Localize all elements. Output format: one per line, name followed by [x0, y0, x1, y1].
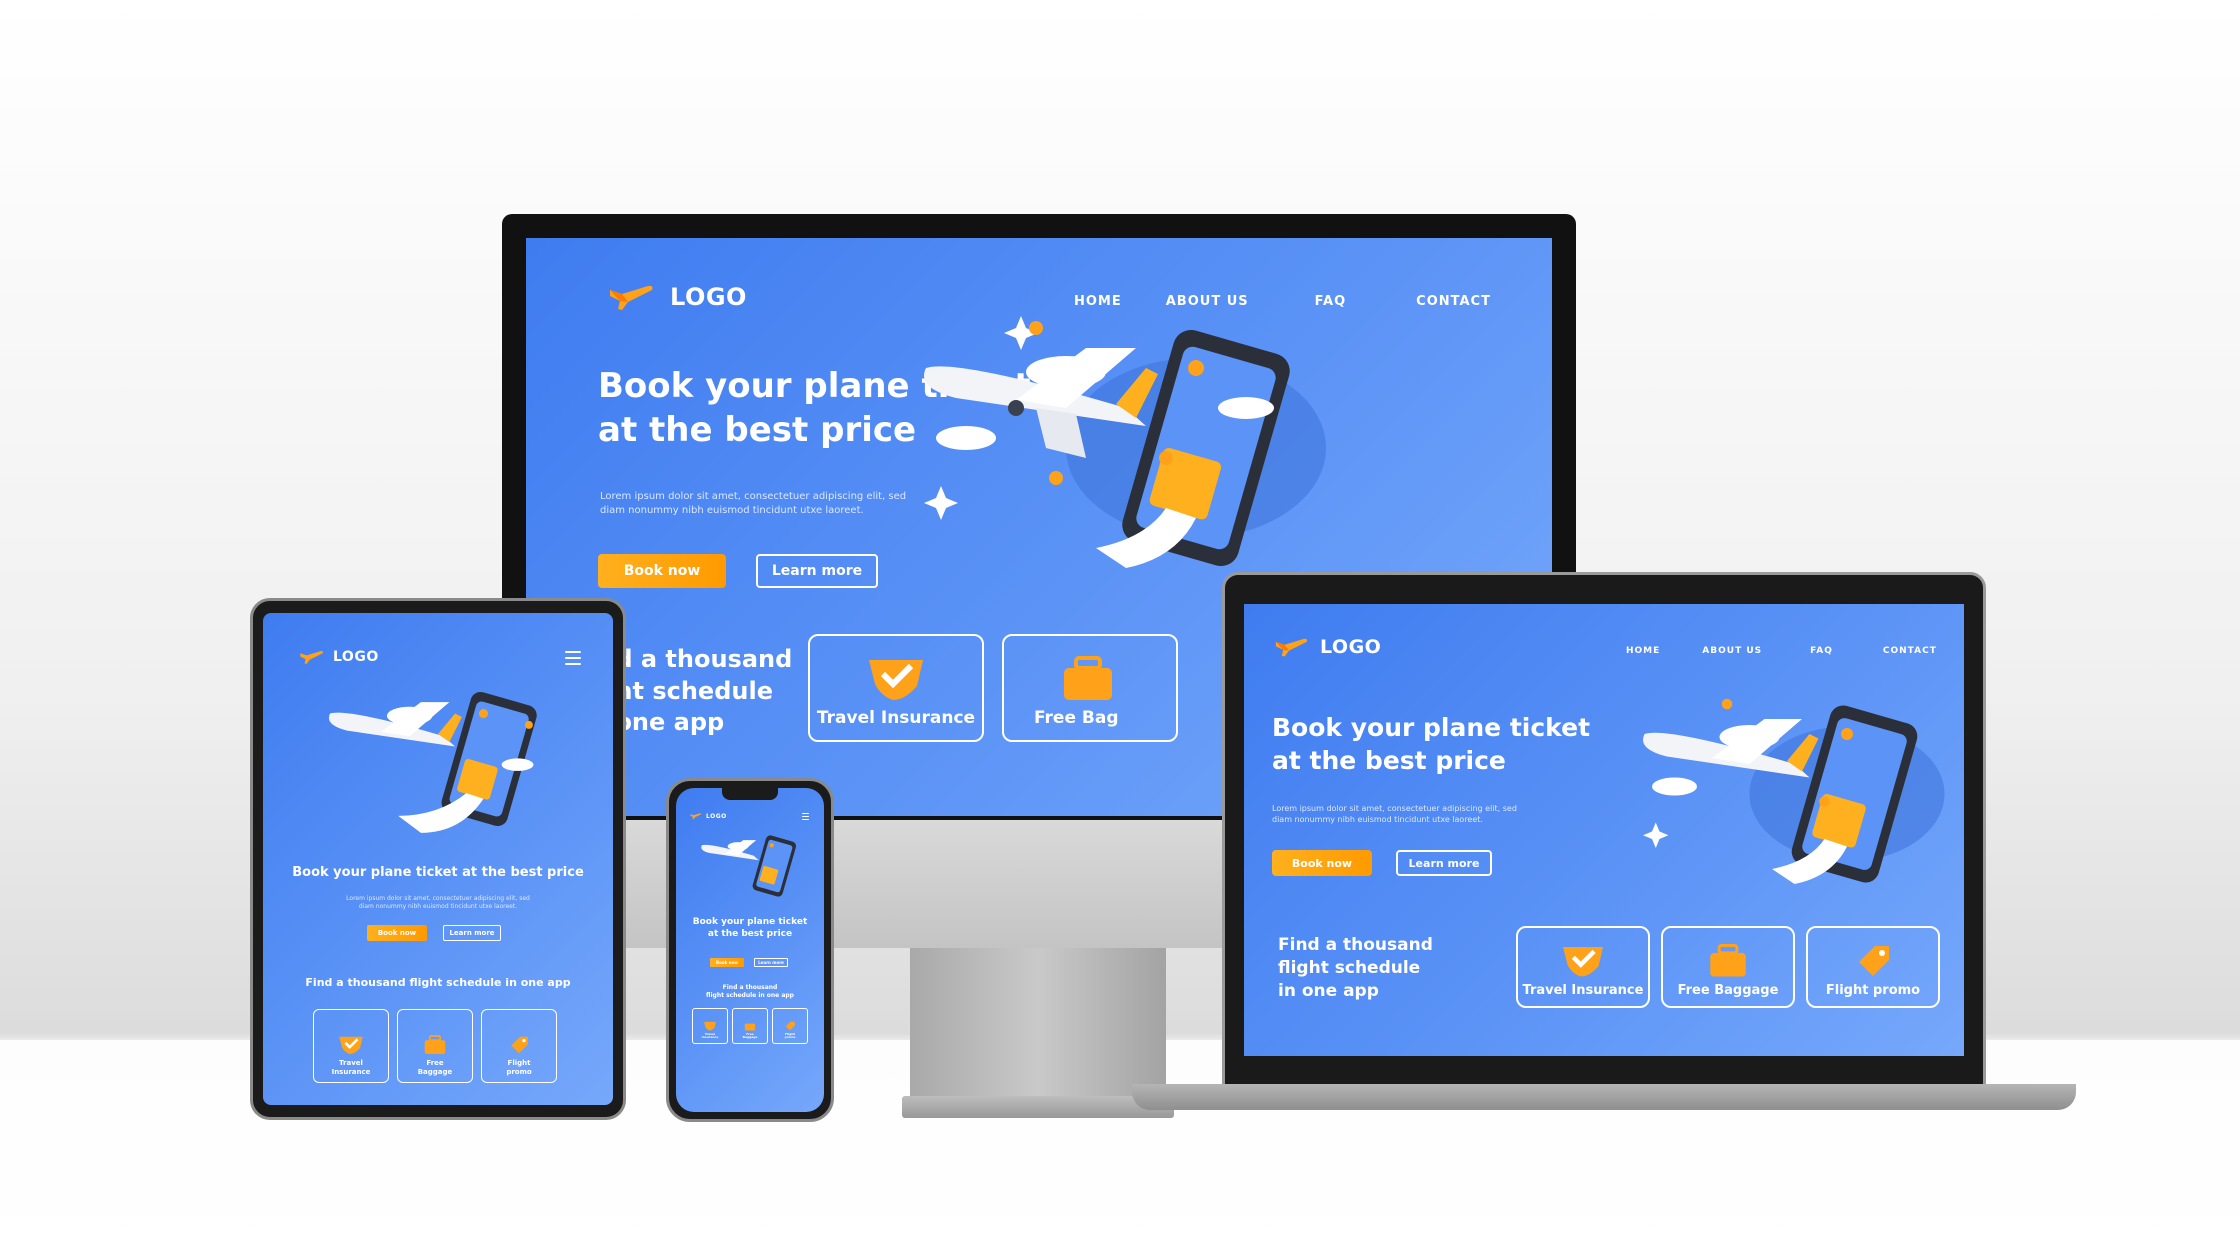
tablet-lorem: Lorem ipsum dolor sit amet, consectetuer…	[346, 895, 530, 911]
airplane-illustration	[924, 316, 1326, 568]
phone-notch	[722, 788, 778, 800]
airplane-illustration	[701, 835, 797, 897]
shield-check-icon	[339, 1036, 363, 1055]
tag-icon	[1859, 946, 1889, 976]
airplane-illustration	[1643, 698, 1945, 884]
tag-icon	[511, 1036, 528, 1054]
tablet-find-text: Find a thousand flight schedule in one a…	[305, 976, 571, 989]
logo-text: LOGO	[1320, 636, 1382, 658]
shield-check-icon	[869, 660, 923, 700]
laptop-headline: Book your plane ticket at the best price	[1272, 713, 1591, 775]
feature-card-free-baggage[interactable]: Free Baggage	[397, 1009, 473, 1083]
phone-headline: Book your plane ticket at the best price	[692, 917, 808, 940]
monitor-lorem: Lorem ipsum dolor sit amet, consectetuer…	[600, 491, 907, 516]
monitor-nav: HOME ABOUT US FAQ CONTACT	[1074, 294, 1491, 309]
phone-find-text: Find a thousand flight schedule in one a…	[706, 984, 794, 1000]
laptop-keyboard-base	[1132, 1084, 2076, 1110]
monitor-stand	[910, 948, 1166, 1100]
feature-card-travel-insurance[interactable]: Travel Insurance	[808, 634, 984, 742]
nav-faq[interactable]: FAQ	[1315, 294, 1347, 309]
phone-logo[interactable]: LOGO	[690, 812, 727, 820]
laptop-screen: LOGO HOME ABOUT US FAQ CONTACT Book your…	[1244, 604, 1964, 1056]
smartphone: LOGO Book your plane ticket at the best …	[666, 778, 834, 1122]
nav-contact[interactable]: CONTACT	[1883, 646, 1937, 656]
feature-card-travel-insurance[interactable]: Travel Insurance	[1516, 926, 1650, 1008]
nav-about-us[interactable]: ABOUT US	[1702, 646, 1762, 656]
feature-card-free-baggage-cut[interactable]: Free Bag	[1002, 634, 1178, 742]
nav-about-us[interactable]: ABOUT US	[1166, 294, 1249, 309]
book-now-button[interactable]: Book now	[367, 925, 427, 941]
feature-card-flight-promo[interactable]: Flight promo	[1806, 926, 1940, 1008]
plane-logo-icon	[1275, 638, 1308, 657]
suitcase-icon	[424, 1035, 446, 1055]
airplane-illustration	[328, 691, 537, 833]
book-now-button[interactable]: Book now	[710, 958, 744, 967]
feature-card-flight-promo[interactable]: Flight promo	[481, 1009, 557, 1083]
tablet-logo[interactable]: LOGO	[299, 649, 379, 665]
logo-text: LOGO	[670, 283, 747, 311]
logo-text: LOGO	[333, 649, 379, 665]
laptop-lorem: Lorem ipsum dolor sit amet, consectetuer…	[1272, 804, 1517, 824]
learn-more-button[interactable]: Learn more	[754, 958, 788, 967]
plane-logo-icon	[300, 651, 323, 664]
laptop-nav: HOME ABOUT US FAQ CONTACT	[1626, 646, 1937, 656]
plane-logo-icon	[690, 813, 702, 820]
tag-icon	[785, 1021, 795, 1031]
nav-faq[interactable]: FAQ	[1810, 646, 1833, 656]
laptop-find-text: Find a thousand flight schedule in one a…	[1278, 935, 1433, 1001]
feature-card-travel-insurance[interactable]: Travel Insurance	[692, 1008, 728, 1044]
learn-more-button[interactable]: Learn more	[1396, 850, 1492, 876]
laptop-logo[interactable]: LOGO	[1274, 636, 1381, 658]
suitcase-icon	[744, 1023, 756, 1031]
laptop: LOGO HOME ABOUT US FAQ CONTACT Book your…	[1222, 572, 1986, 1088]
phone-screen: LOGO Book your plane ticket at the best …	[676, 788, 824, 1112]
plane-logo-icon	[610, 285, 653, 310]
book-now-button[interactable]: Book now	[1272, 850, 1372, 876]
suitcase-icon	[1710, 944, 1746, 977]
shield-check-icon	[1563, 946, 1603, 977]
nav-contact[interactable]: CONTACT	[1416, 294, 1491, 309]
tablet-headline: Book your plane ticket at the best price	[292, 865, 584, 880]
monitor-logo[interactable]: LOGO	[608, 282, 747, 312]
tablet-screen: LOGO Book your plane ticket at the best …	[263, 613, 613, 1105]
feature-card-free-baggage[interactable]: Free Baggage	[1661, 926, 1795, 1008]
tablet: LOGO Book your plane ticket at the best …	[250, 598, 626, 1120]
feature-card-free-baggage[interactable]: Free Baggage	[732, 1008, 768, 1044]
nav-home[interactable]: HOME	[1074, 294, 1122, 309]
nav-home[interactable]: HOME	[1626, 646, 1660, 656]
logo-text: LOGO	[706, 812, 727, 820]
learn-more-button[interactable]: Learn more	[443, 925, 501, 941]
feature-card-travel-insurance[interactable]: Travel Insurance	[313, 1009, 389, 1083]
suitcase-icon	[1064, 656, 1112, 700]
feature-card-flight-promo[interactable]: Flight promo	[772, 1008, 808, 1044]
menu-icon[interactable]	[565, 651, 581, 665]
book-now-button[interactable]: Book now	[598, 554, 726, 588]
shield-check-icon	[704, 1021, 716, 1031]
learn-more-button[interactable]: Learn more	[756, 554, 878, 588]
menu-icon[interactable]	[802, 813, 809, 820]
